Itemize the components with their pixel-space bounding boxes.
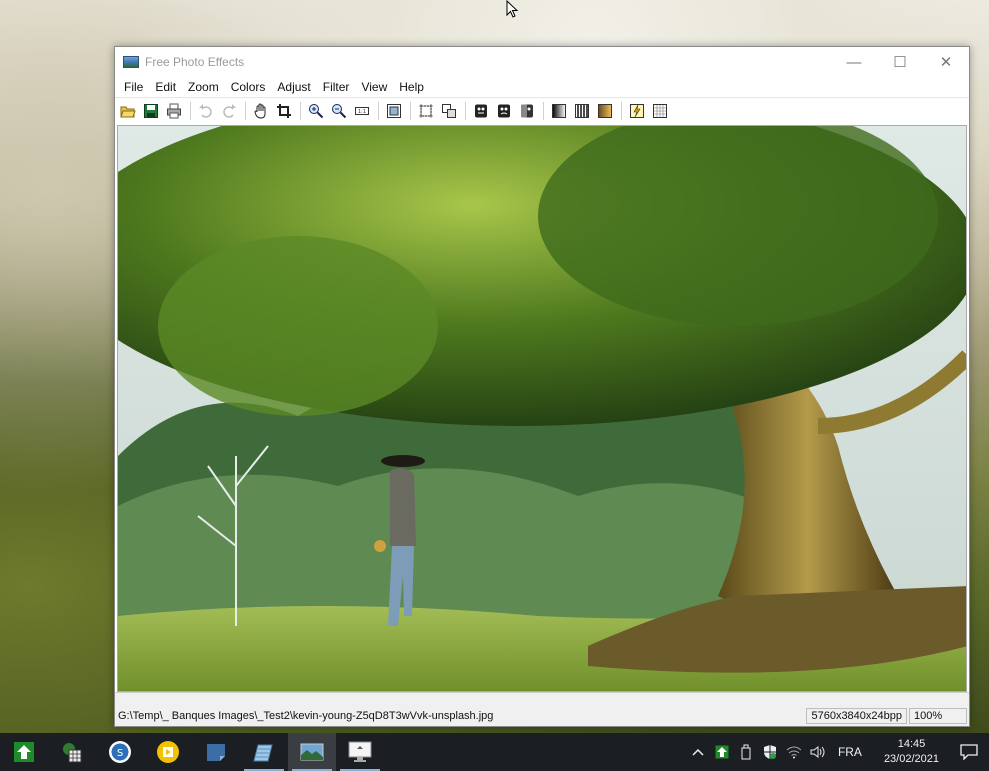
status-dimensions: 5760x3840x24bpp: [806, 708, 907, 724]
volume-icon[interactable]: [806, 733, 830, 771]
menu-bar: File Edit Zoom Colors Adjust Filter View…: [115, 77, 969, 97]
sepia-icon[interactable]: [594, 100, 616, 122]
input-language[interactable]: FRA: [830, 745, 874, 759]
home-app-icon[interactable]: [0, 733, 48, 771]
notifications-icon[interactable]: [949, 733, 989, 771]
mask-icon[interactable]: [470, 100, 492, 122]
mask-3-icon[interactable]: [516, 100, 538, 122]
fit-window-icon[interactable]: [383, 100, 405, 122]
security-shield-icon[interactable]: [758, 733, 782, 771]
zoom-in-icon[interactable]: [305, 100, 327, 122]
toolbar-separator: [621, 101, 622, 120]
update-icon[interactable]: [710, 733, 734, 771]
grid-icon[interactable]: [649, 100, 671, 122]
menu-file[interactable]: File: [118, 77, 149, 97]
status-bar: G:\Temp\_ Banques Images\_Test2\kevin-yo…: [115, 692, 969, 726]
pencil-app-icon[interactable]: [240, 733, 288, 771]
menu-filter[interactable]: Filter: [317, 77, 356, 97]
maximize-button[interactable]: ☐: [877, 47, 923, 77]
photo-effects-app-icon[interactable]: [288, 733, 336, 771]
clock-date: 23/02/2021: [883, 753, 939, 765]
status-file-path: G:\Temp\_ Banques Images\_Test2\kevin-yo…: [118, 710, 494, 722]
menu-colors[interactable]: Colors: [225, 77, 272, 97]
select-icon[interactable]: [415, 100, 437, 122]
menu-view[interactable]: View: [355, 77, 393, 97]
photo-tree-landscape: [118, 126, 966, 691]
mouse-cursor-icon: [506, 0, 519, 18]
hand-icon[interactable]: [250, 100, 272, 122]
crop-icon[interactable]: [273, 100, 295, 122]
save-icon[interactable]: [140, 100, 162, 122]
wifi-icon[interactable]: [782, 733, 806, 771]
excel-app-icon[interactable]: [48, 733, 96, 771]
mask-2-icon[interactable]: [493, 100, 515, 122]
svg-text:1:1: 1:1: [358, 109, 366, 115]
redo-icon[interactable]: [218, 100, 240, 122]
toolbar-separator: [543, 101, 544, 120]
resize-icon[interactable]: [438, 100, 460, 122]
taskbar: S FRA 14:45 23/02/2021: [0, 733, 989, 771]
effect-icon[interactable]: [626, 100, 648, 122]
toolbar-separator: [378, 101, 379, 120]
minimize-button[interactable]: —: [831, 47, 877, 77]
toolbar: 1:1: [115, 97, 969, 123]
image-canvas[interactable]: [117, 125, 967, 692]
sync-app-icon[interactable]: S: [96, 733, 144, 771]
zoom-out-icon[interactable]: [328, 100, 350, 122]
menu-adjust[interactable]: Adjust: [271, 77, 316, 97]
status-zoom: 100%: [909, 708, 967, 724]
display-app-icon[interactable]: [336, 733, 384, 771]
title-bar[interactable]: Free Photo Effects — ☐ ✕: [115, 47, 969, 77]
close-button[interactable]: ✕: [923, 47, 969, 77]
toolbar-separator: [190, 101, 191, 120]
toolbar-separator: [465, 101, 466, 120]
open-icon[interactable]: [117, 100, 139, 122]
toolbar-separator: [300, 101, 301, 120]
bars-icon[interactable]: [571, 100, 593, 122]
notes-app-icon[interactable]: [192, 733, 240, 771]
window-title: Free Photo Effects: [145, 55, 245, 69]
clock-time: 14:45: [897, 738, 926, 750]
undo-icon[interactable]: [195, 100, 217, 122]
system-tray: FRA 14:45 23/02/2021: [686, 733, 989, 771]
app-icon: [123, 56, 139, 68]
clock[interactable]: 14:45 23/02/2021: [874, 737, 949, 767]
chevron-up-icon[interactable]: [686, 733, 710, 771]
svg-text:S: S: [117, 748, 123, 759]
print-icon[interactable]: [163, 100, 185, 122]
usb-drive-icon[interactable]: [734, 733, 758, 771]
menu-zoom[interactable]: Zoom: [182, 77, 225, 97]
gradient-icon[interactable]: [548, 100, 570, 122]
app-window: Free Photo Effects — ☐ ✕ File Edit Zoom …: [114, 46, 970, 727]
menu-help[interactable]: Help: [393, 77, 430, 97]
media-app-icon[interactable]: [144, 733, 192, 771]
toolbar-separator: [410, 101, 411, 120]
menu-edit[interactable]: Edit: [149, 77, 182, 97]
actual-size-icon[interactable]: 1:1: [351, 100, 373, 122]
toolbar-separator: [245, 101, 246, 120]
